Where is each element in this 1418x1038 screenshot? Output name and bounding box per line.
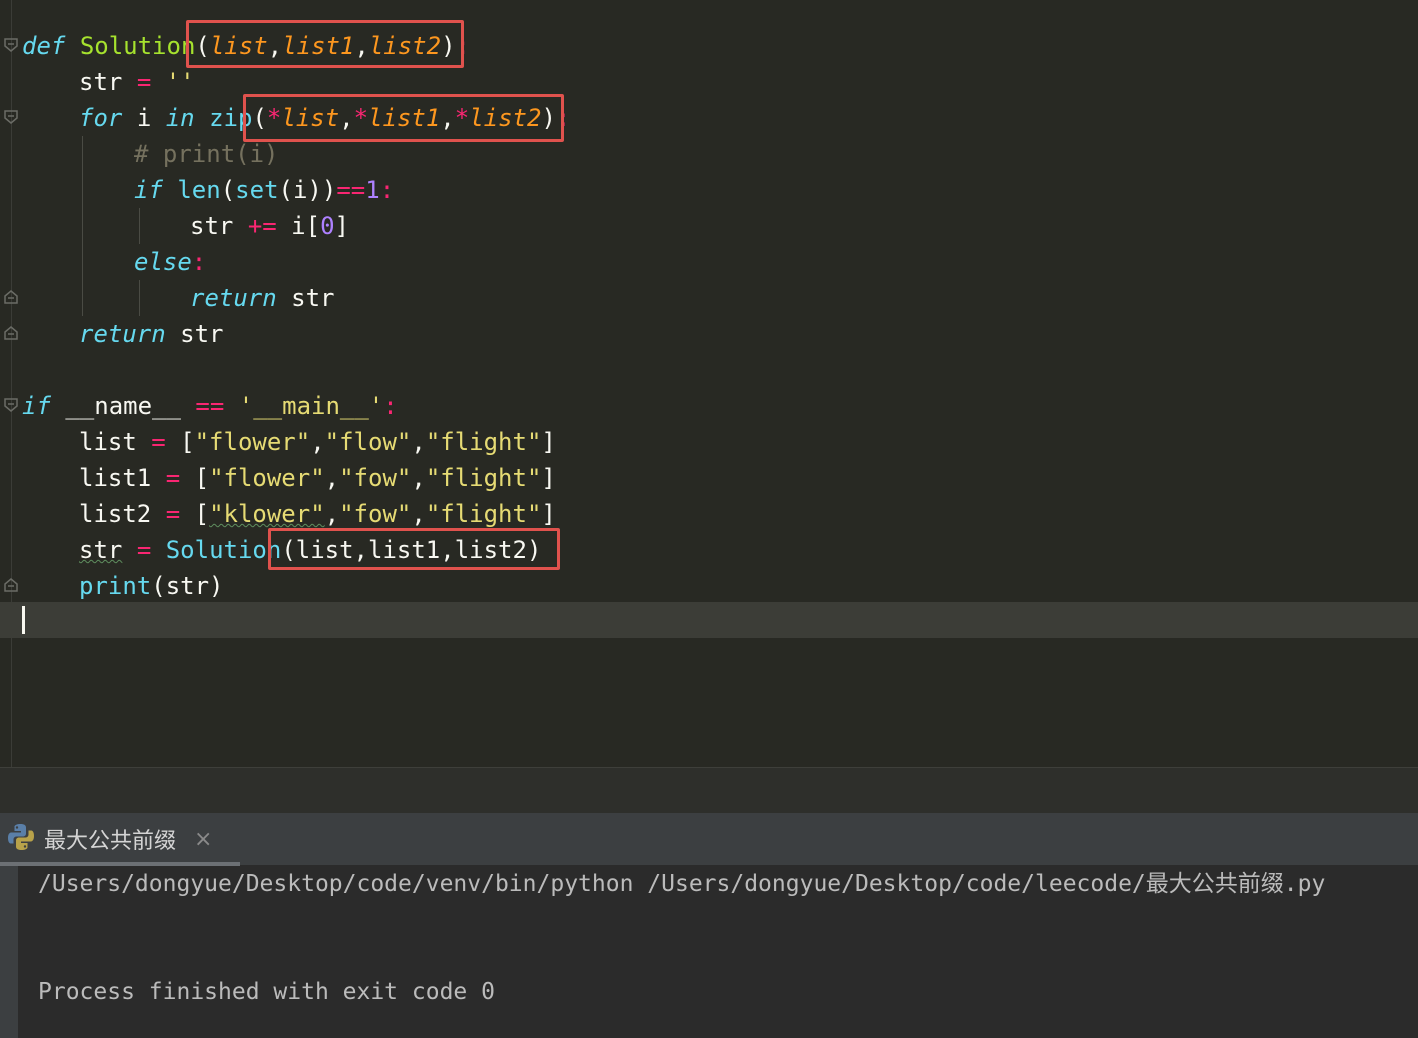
fold-close-icon[interactable]: [4, 578, 18, 592]
code-line: list1 = ["flower","fow","flight"]: [79, 464, 556, 492]
fold-open-icon[interactable]: [4, 38, 18, 52]
python-icon: [6, 822, 36, 856]
console-toolbar-strip: [0, 866, 18, 1038]
code-line: list2 = ["klower","fow","flight"]: [79, 500, 556, 528]
code-line: else:: [134, 248, 207, 276]
fold-close-icon[interactable]: [4, 326, 18, 340]
code-line: if __name__ == '__main__':: [22, 392, 398, 420]
code-editor[interactable]: def Solution(list,list1,list2): str = ''…: [0, 0, 1418, 768]
console-command-line: /Users/dongyue/Desktop/code/venv/bin/pyt…: [38, 871, 1326, 897]
panel-spacer: [0, 768, 1418, 813]
current-line-highlight: [0, 602, 1418, 638]
fold-open-icon[interactable]: [4, 110, 18, 124]
run-tab-label: 最大公共前缀: [44, 829, 177, 854]
console-output[interactable]: /Users/dongyue/Desktop/code/venv/bin/pyt…: [18, 866, 1418, 1038]
highlight-box-zip-args: [243, 94, 564, 142]
code-line: return str: [190, 284, 335, 312]
run-tabbar: 最大公共前缀 ×: [0, 813, 1418, 866]
indent-guide: [139, 280, 140, 316]
close-icon[interactable]: ×: [194, 827, 212, 852]
fold-close-icon[interactable]: [4, 290, 18, 304]
code-line: return str: [79, 320, 224, 348]
console-exit-line: Process finished with exit code 0: [38, 979, 495, 1005]
run-panel: 最大公共前缀 × /Users/dongyue/Desktop/code/ven…: [0, 768, 1418, 1038]
indent-guide: [82, 136, 83, 316]
highlight-box-def-params: [186, 20, 464, 68]
code-line: if len(set(i))==1:: [134, 176, 395, 204]
text-caret: [22, 606, 25, 634]
code-line: str += i[0]: [190, 212, 349, 240]
indent-guide: [139, 208, 140, 244]
code-line: print(str): [79, 572, 224, 600]
run-tab[interactable]: 最大公共前缀 ×: [0, 813, 240, 866]
fold-open-icon[interactable]: [4, 398, 18, 412]
code-line: str = '': [79, 68, 195, 96]
code-line: list = ["flower","flow","flight"]: [79, 428, 556, 456]
highlight-box-call-args: [268, 528, 560, 570]
